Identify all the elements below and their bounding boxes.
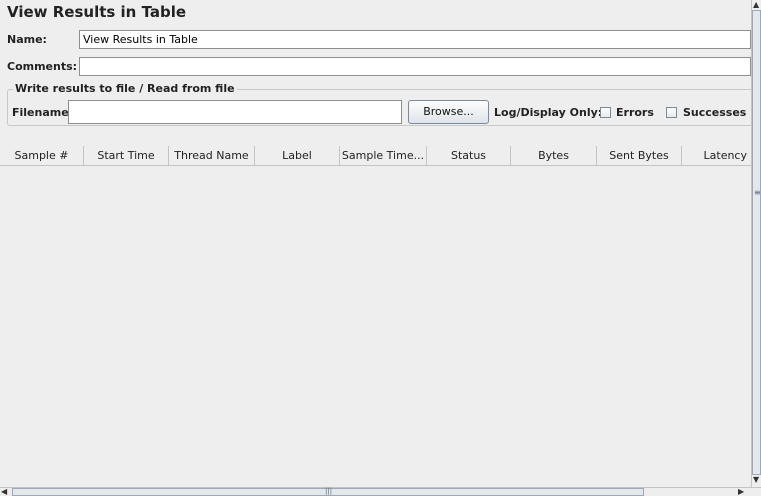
errors-label: Errors [616,106,654,119]
vertical-scroll-thumb[interactable] [752,10,761,475]
results-table-header: Sample # Start Time Thread Name Label Sa… [0,146,751,166]
triangle-right-icon[interactable]: ▶ [738,487,744,496]
errors-checkbox[interactable] [600,107,611,118]
filename-input[interactable] [68,100,402,124]
column-header-sample-time[interactable]: Sample Time... [340,146,427,165]
column-header-bytes[interactable]: Bytes [511,146,597,165]
column-header-latency[interactable]: Latency [682,146,751,165]
panel-title: View Results in Table [7,3,187,21]
column-header-label[interactable]: Label [255,146,340,165]
column-header-start-time[interactable]: Start Time [84,146,169,165]
triangle-down-icon[interactable]: ▼ [753,475,759,484]
column-header-sent-bytes[interactable]: Sent Bytes [597,146,682,165]
results-table-body[interactable] [0,166,751,487]
grip-icon: ≡ [754,188,761,197]
name-input[interactable]: View Results in Table [79,30,751,49]
triangle-left-icon[interactable]: ◀ [1,487,7,496]
filename-label: Filename [12,106,69,119]
successes-label: Successes [683,106,747,119]
name-label: Name: [7,33,47,46]
triangle-up-icon[interactable]: ▲ [753,0,759,9]
grip-icon-horizontal: ||| [325,487,333,495]
successes-checkbox[interactable] [666,107,677,118]
column-header-status[interactable]: Status [427,146,511,165]
log-display-label: Log/Display Only: [494,106,603,119]
comments-input[interactable] [79,57,751,76]
file-group-legend: Write results to file / Read from file [13,82,237,95]
column-header-sample-number[interactable]: Sample # [0,146,84,165]
browse-button[interactable]: Browse... [408,100,489,124]
column-header-thread-name[interactable]: Thread Name [169,146,255,165]
comments-label: Comments: [7,60,78,73]
